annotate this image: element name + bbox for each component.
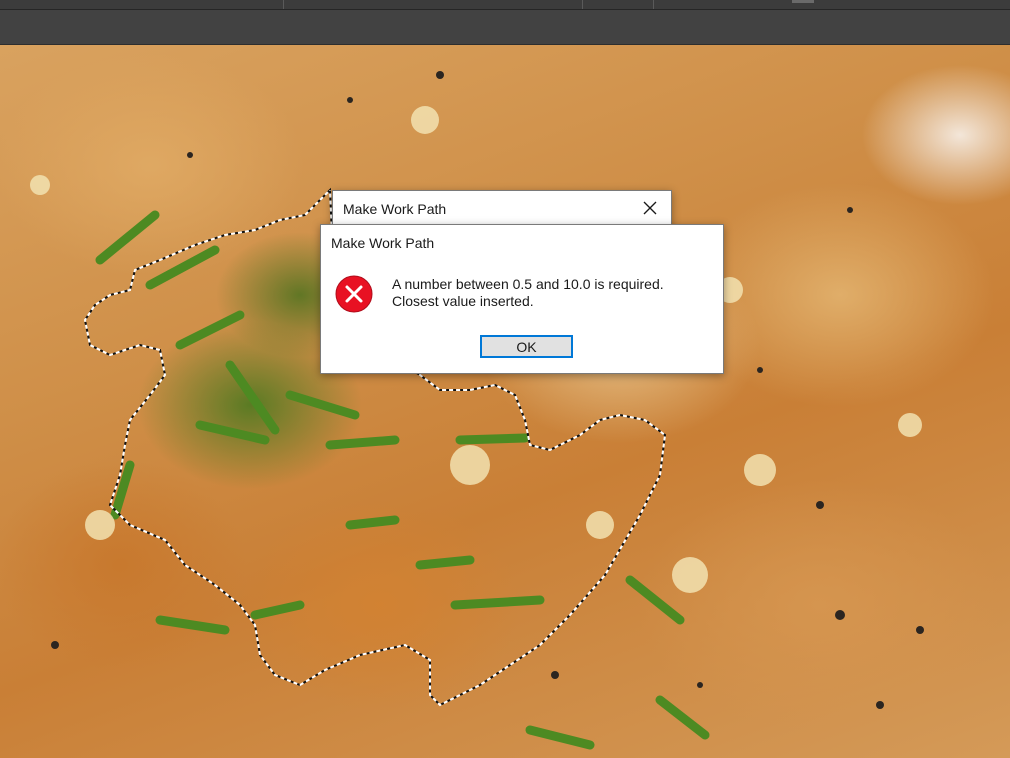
pepper-speckles: [51, 71, 924, 709]
error-icon: [335, 275, 373, 313]
options-bar-button[interactable]: [792, 0, 814, 3]
document-tab-bar: [0, 10, 1010, 45]
options-bar: [0, 0, 1010, 10]
error-alert-dialog: Make Work Path A number between 0.5 and …: [320, 224, 724, 374]
options-bar-divider: [653, 0, 654, 9]
alert-message: A number between 0.5 and 10.0 is require…: [392, 276, 664, 310]
alert-message-line2: Closest value inserted.: [392, 293, 534, 309]
photo-canvas[interactable]: [0, 45, 1010, 758]
alert-message-line1: A number between 0.5 and 10.0 is require…: [392, 276, 664, 292]
alert-title: Make Work Path: [331, 235, 435, 251]
close-button[interactable]: [637, 197, 663, 219]
close-icon: [643, 201, 657, 215]
options-bar-divider: [283, 0, 284, 9]
photoshop-window: Make Work Path Make Work Path A number b…: [0, 0, 1010, 758]
ok-button[interactable]: OK: [480, 335, 573, 358]
options-bar-divider: [582, 0, 583, 9]
dialog-title: Make Work Path: [343, 201, 447, 217]
canvas-overlay: [30, 71, 924, 750]
